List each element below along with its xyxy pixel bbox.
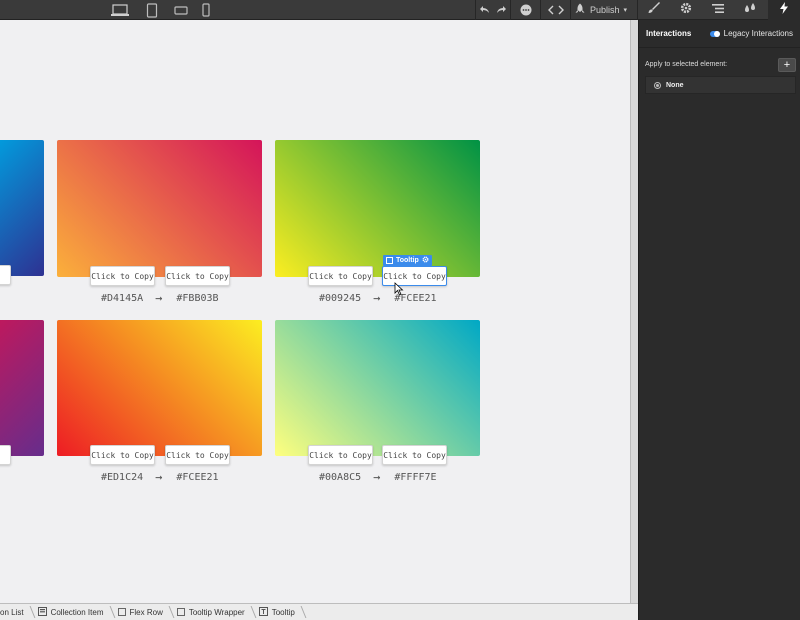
selected-element-label: Tooltip	[396, 257, 419, 264]
interaction-option-none[interactable]: None	[645, 76, 796, 94]
comments-icon[interactable]	[512, 0, 540, 20]
panel-header: Interactions Legacy Interactions	[639, 20, 800, 48]
div-block-icon	[176, 608, 185, 616]
mobile-landscape-icon[interactable]	[172, 2, 190, 18]
settings-panel-tab[interactable]	[670, 0, 702, 20]
gradient-swatch	[57, 320, 262, 456]
breadcrumb-item[interactable]: Collection Item	[32, 604, 112, 620]
hex-to: #FCEE21	[176, 471, 219, 483]
lightning-icon	[779, 1, 789, 19]
hex-from: #D4145A	[101, 292, 144, 304]
panel-title: Interactions	[646, 29, 692, 38]
redo-icon[interactable]	[494, 0, 508, 20]
element-icon	[386, 257, 393, 264]
text-block-icon	[258, 606, 268, 618]
navigator-panel-tab[interactable]	[702, 0, 734, 20]
chevron-down-icon: ▾	[623, 7, 628, 14]
copy-button[interactable]	[0, 445, 11, 465]
top-toolbar: Publish ▾	[0, 0, 800, 20]
copy-button[interactable]: Click to Copy	[382, 445, 447, 465]
apply-row: Apply to selected element: +	[645, 57, 796, 72]
div-block-icon	[117, 608, 126, 616]
arrow-right-icon: →	[155, 291, 163, 305]
copy-button[interactable]: Click to Copy	[308, 445, 373, 465]
gradient-swatch	[0, 140, 44, 276]
brush-icon	[647, 1, 661, 19]
option-label: None	[666, 81, 684, 89]
gradient-swatch	[57, 140, 262, 277]
breadcrumb-item[interactable]: Tooltip Wrapper	[171, 604, 253, 620]
copy-button[interactable]: Click to Copy	[165, 266, 230, 286]
breadcrumb-label: Tooltip Wrapper	[188, 607, 245, 617]
legacy-interactions-label: Legacy Interactions	[723, 29, 793, 38]
code-icon[interactable]	[542, 0, 570, 20]
mobile-portrait-icon[interactable]	[199, 2, 213, 18]
arrow-right-icon: →	[155, 470, 163, 484]
navigator-icon	[711, 1, 725, 19]
copy-button[interactable]	[0, 265, 11, 285]
gear-icon[interactable]	[422, 256, 429, 265]
copy-button[interactable]: Click to Copy	[90, 445, 155, 465]
toggle-switch[interactable]	[709, 30, 720, 37]
desktop-icon[interactable]	[108, 2, 132, 18]
hex-from: #00A8C5	[319, 471, 362, 483]
undo-icon[interactable]	[478, 0, 492, 20]
apply-label: Apply to selected element:	[645, 61, 728, 68]
rocket-icon	[574, 3, 586, 17]
breadcrumb-item[interactable]: on List	[0, 604, 32, 620]
breadcrumb-label: Tooltip	[271, 607, 295, 617]
collection-item-icon	[37, 606, 47, 618]
gear-icon	[680, 1, 692, 19]
design-canvas[interactable]: Click to Copy Click to Copy #D4145A → #F…	[0, 20, 630, 603]
breadcrumb-item[interactable]: Tooltip	[253, 604, 303, 620]
hex-to: #FBB03B	[176, 292, 219, 304]
copy-button-selected[interactable]: Click to Copy	[382, 266, 447, 286]
breadcrumb-label: Flex Row	[129, 607, 163, 617]
mouse-cursor-icon	[394, 282, 404, 301]
copy-button[interactable]: Click to Copy	[308, 266, 373, 286]
breadcrumb: on List Collection Item Flex Row Tooltip…	[0, 603, 638, 620]
breadcrumb-label: on List	[0, 607, 24, 617]
interactions-panel: Interactions Legacy Interactions Apply t…	[638, 20, 800, 620]
style-panel-tab[interactable]	[638, 0, 670, 20]
hex-row: #009245 → #FCEE21	[319, 291, 437, 305]
hex-row: #ED1C24 → #FCEE21	[101, 470, 219, 484]
interactions-panel-tab[interactable]	[768, 0, 800, 20]
add-interaction-button[interactable]: +	[778, 57, 796, 72]
gradient-swatch	[275, 140, 480, 277]
breadcrumb-item[interactable]: Flex Row	[112, 604, 171, 620]
swatches-panel-tab[interactable]	[734, 0, 766, 20]
arrow-right-icon: →	[373, 291, 381, 305]
hex-row: #00A8C5 → #FFFF7E	[319, 470, 437, 484]
hex-from: #ED1C24	[101, 471, 144, 483]
publish-label: Publish	[590, 5, 620, 15]
arrow-right-icon: →	[373, 470, 381, 484]
apply-section: Apply to selected element: + None	[639, 57, 800, 94]
tablet-icon[interactable]	[143, 2, 161, 18]
toolbar-divider	[540, 0, 541, 20]
publish-button[interactable]: Publish ▾	[574, 0, 627, 20]
gradient-swatch	[0, 320, 44, 456]
copy-button[interactable]: Click to Copy	[165, 445, 230, 465]
toolbar-divider	[475, 0, 476, 20]
legacy-interactions-toggle[interactable]: Legacy Interactions	[709, 29, 793, 38]
selected-element-badge[interactable]: Tooltip	[383, 255, 432, 266]
hex-to: #FFFF7E	[394, 471, 437, 483]
canvas-scrollbar[interactable]	[630, 20, 638, 603]
hex-from: #009245	[319, 292, 362, 304]
hex-row: #D4145A → #FBB03B	[101, 291, 219, 305]
toolbar-divider	[510, 0, 511, 20]
gradient-swatch	[275, 320, 480, 456]
breadcrumb-label: Collection Item	[50, 607, 104, 617]
drops-icon	[743, 1, 757, 19]
copy-button[interactable]: Click to Copy	[90, 266, 155, 286]
radio-icon	[654, 81, 661, 89]
toolbar-divider	[570, 0, 571, 20]
